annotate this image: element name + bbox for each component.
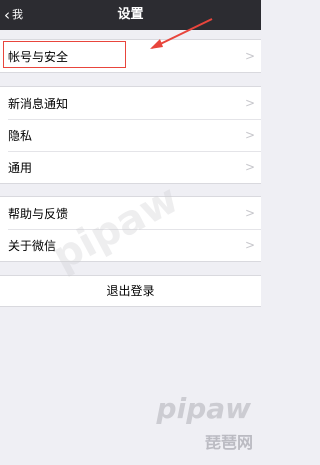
settings-group-account: 帐号与安全 > [0,39,261,73]
chevron-left-icon: ‹ [4,6,10,24]
chevron-right-icon: > [244,49,255,63]
settings-item-help-feedback[interactable]: 帮助与反馈 > [0,197,261,229]
settings-item-label: 帐号与安全 [8,49,69,64]
chevron-right-icon: > [244,160,255,174]
settings-group-general: 新消息通知 > 隐私 > 通用 > [0,86,261,184]
settings-item-label: 隐私 [8,128,33,143]
settings-item-notifications[interactable]: 新消息通知 > [0,87,261,119]
corner-watermark-text: 琵琶网 [204,433,253,452]
back-button-label: 我 [12,8,23,21]
navigation-bar: ‹ 我 设置 [0,0,261,30]
settings-item-label: 新消息通知 [8,96,69,111]
chevron-right-icon: > [244,128,255,142]
logout-button[interactable]: 退出登录 [0,275,261,307]
settings-group-help: 帮助与反馈 > 关于微信 > [0,196,261,262]
chevron-right-icon: > [244,238,255,252]
back-button[interactable]: ‹ 我 [4,0,23,30]
settings-item-label: 通用 [8,160,33,175]
settings-item-general[interactable]: 通用 > [0,151,261,183]
corner-watermark-logo: pipaw [156,392,251,425]
chevron-right-icon: > [244,96,255,110]
settings-item-label: 帮助与反馈 [8,206,69,221]
settings-item-label: 关于微信 [8,238,57,253]
chevron-right-icon: > [244,206,255,220]
settings-item-about[interactable]: 关于微信 > [0,229,261,261]
settings-item-account-security[interactable]: 帐号与安全 > [0,40,261,72]
settings-item-privacy[interactable]: 隐私 > [0,119,261,151]
page-title: 设置 [117,7,144,22]
